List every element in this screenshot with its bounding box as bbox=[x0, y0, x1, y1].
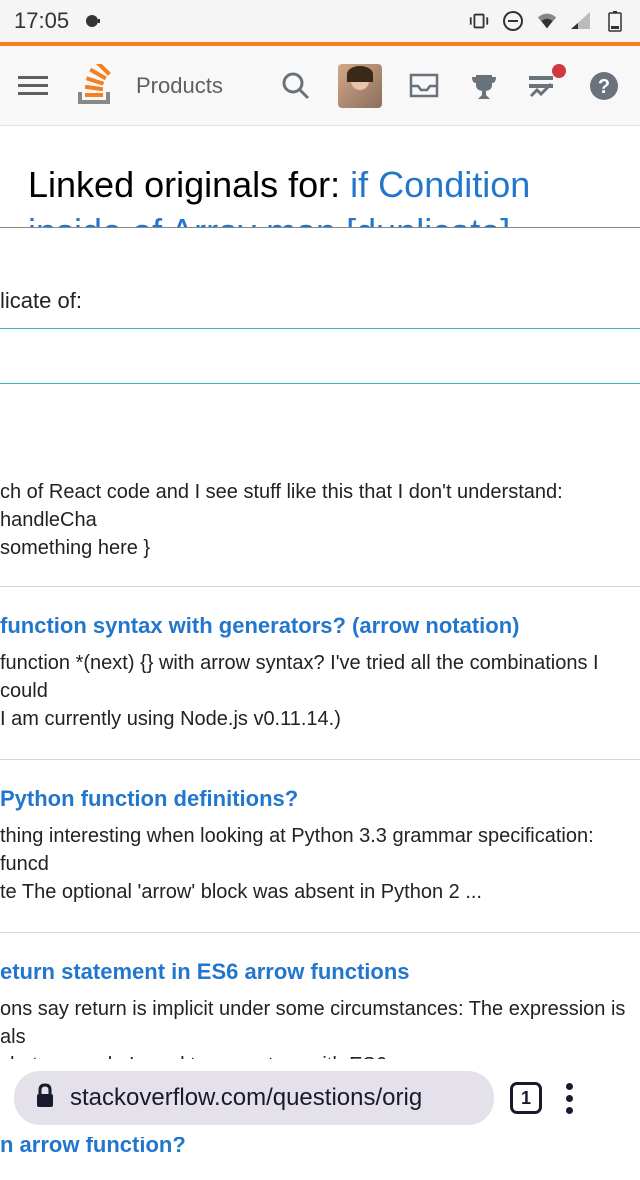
notification-icon bbox=[83, 10, 105, 32]
svg-text:?: ? bbox=[598, 76, 610, 98]
url-text: stackoverflow.com/questions/orig bbox=[70, 1084, 422, 1112]
result-item: ch of React code and I see stuff like th… bbox=[0, 466, 640, 587]
browser-omnibox-bar: stackoverflow.com/questions/orig 1 bbox=[0, 1059, 640, 1137]
search-icon[interactable] bbox=[278, 68, 314, 104]
browser-menu-button[interactable] bbox=[558, 1083, 581, 1114]
products-link[interactable]: Products bbox=[136, 73, 223, 99]
vibrate-icon bbox=[468, 10, 490, 32]
page-title: Linked originals for: if Condition insid… bbox=[0, 126, 640, 228]
dnd-icon bbox=[502, 10, 524, 32]
trophy-icon[interactable] bbox=[466, 68, 502, 104]
result-title-link[interactable]: eturn statement in ES6 arrow functions bbox=[0, 945, 640, 995]
stackoverflow-logo[interactable] bbox=[70, 64, 114, 108]
battery-icon bbox=[604, 10, 626, 32]
inbox-icon[interactable] bbox=[406, 68, 442, 104]
page-content: Linked originals for: if Condition insid… bbox=[0, 126, 640, 1180]
menu-button[interactable] bbox=[18, 76, 48, 95]
android-status-bar: 17:05 bbox=[0, 0, 640, 42]
result-item: function syntax with generators? (arrow … bbox=[0, 587, 640, 760]
lock-icon bbox=[34, 1083, 56, 1114]
wifi-icon bbox=[536, 10, 558, 32]
divider bbox=[0, 383, 640, 384]
review-icon[interactable] bbox=[526, 68, 562, 104]
url-bar[interactable]: stackoverflow.com/questions/orig bbox=[14, 1071, 494, 1125]
site-header: Products ? bbox=[0, 46, 640, 126]
result-excerpt: thing interesting when looking at Python… bbox=[0, 822, 640, 920]
result-title-link[interactable]: Python function definitions? bbox=[0, 772, 640, 822]
signal-icon bbox=[570, 10, 592, 32]
user-avatar[interactable] bbox=[338, 64, 382, 108]
duplicate-label: licate of: bbox=[0, 228, 640, 329]
result-excerpt: function *(next) {} with arrow syntax? I… bbox=[0, 649, 640, 747]
clock: 17:05 bbox=[14, 8, 69, 34]
result-title-link[interactable]: function syntax with generators? (arrow … bbox=[0, 599, 640, 649]
notification-badge bbox=[552, 64, 566, 78]
result-snippet: ch of React code and I see stuff like th… bbox=[0, 478, 640, 574]
result-item: Python function definitions? thing inter… bbox=[0, 760, 640, 933]
help-icon[interactable]: ? bbox=[586, 68, 622, 104]
tab-switcher[interactable]: 1 bbox=[510, 1082, 542, 1114]
